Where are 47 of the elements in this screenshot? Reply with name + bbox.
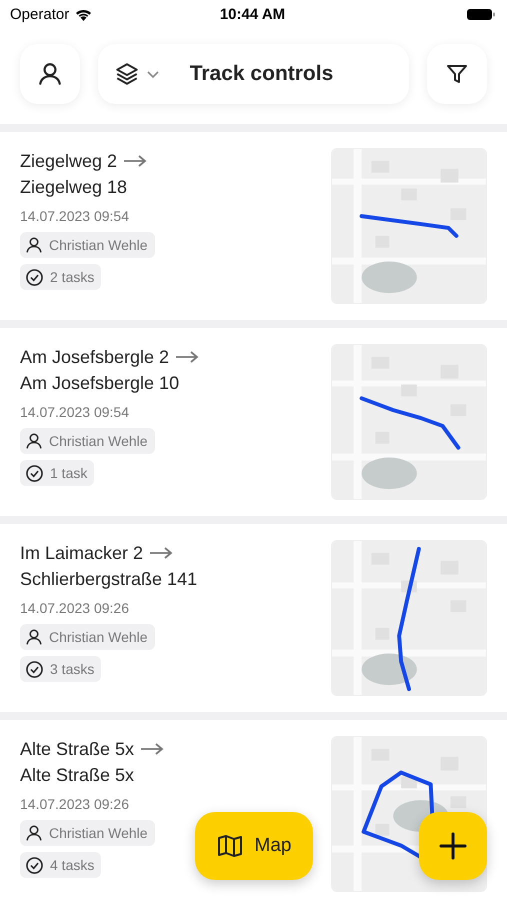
- layers-icon: [114, 61, 140, 87]
- tasks-count: 1 task: [50, 465, 88, 481]
- tasks-count: 2 tasks: [50, 269, 94, 285]
- person-name: Christian Wehle: [49, 825, 148, 841]
- route-start: Ziegelweg 2: [20, 150, 118, 173]
- route-end: Ziegelweg 18: [20, 176, 128, 199]
- person-name: Christian Wehle: [49, 237, 148, 253]
- arrow-right-icon: [149, 547, 174, 559]
- route-start: Im Laimacker 2: [20, 542, 144, 565]
- header-title: Track controls: [188, 62, 334, 86]
- track-date: 14.07.2023 09:54: [20, 207, 129, 226]
- person-name: Christian Wehle: [49, 433, 148, 449]
- check-circle-icon: [25, 464, 44, 482]
- track-date: 14.07.2023 09:26: [20, 795, 129, 814]
- route-end: Am Josefsbergle 10: [20, 372, 180, 395]
- map-icon: [216, 834, 243, 858]
- person-icon: [25, 628, 43, 646]
- person-icon: [25, 824, 43, 842]
- route-start: Alte Straße 5x: [20, 738, 134, 761]
- route-end: Schlierbergstraße 141: [20, 568, 198, 591]
- battery-icon: [467, 8, 495, 20]
- person-icon: [25, 432, 43, 450]
- track-date: 14.07.2023 09:54: [20, 403, 129, 422]
- clock-time: 10:44 AM: [220, 6, 286, 22]
- map-button[interactable]: Map: [195, 812, 313, 880]
- filter-button[interactable]: [427, 44, 487, 104]
- route-end: Alte Straße 5x: [20, 764, 134, 787]
- track-date: 14.07.2023 09:26: [20, 599, 129, 618]
- arrow-right-icon: [175, 351, 200, 363]
- tasks-count: 3 tasks: [50, 661, 94, 677]
- profile-button[interactable]: [20, 44, 80, 104]
- plus-icon: [439, 832, 467, 860]
- filter-icon: [445, 62, 469, 86]
- check-circle-icon: [25, 856, 44, 874]
- person-name: Christian Wehle: [49, 629, 148, 645]
- carrier-name: Operator: [10, 6, 70, 22]
- check-circle-icon: [25, 660, 44, 678]
- add-button[interactable]: [419, 812, 487, 880]
- person-icon: [37, 61, 63, 87]
- wifi-icon: [75, 8, 92, 20]
- arrow-right-icon: [140, 743, 164, 755]
- layers-dropdown[interactable]: [114, 61, 160, 87]
- check-circle-icon: [25, 268, 44, 286]
- tasks-count: 4 tasks: [50, 857, 94, 873]
- route-start: Am Josefsbergle 2: [20, 346, 170, 369]
- person-icon: [25, 236, 43, 254]
- arrow-right-icon: [123, 155, 148, 167]
